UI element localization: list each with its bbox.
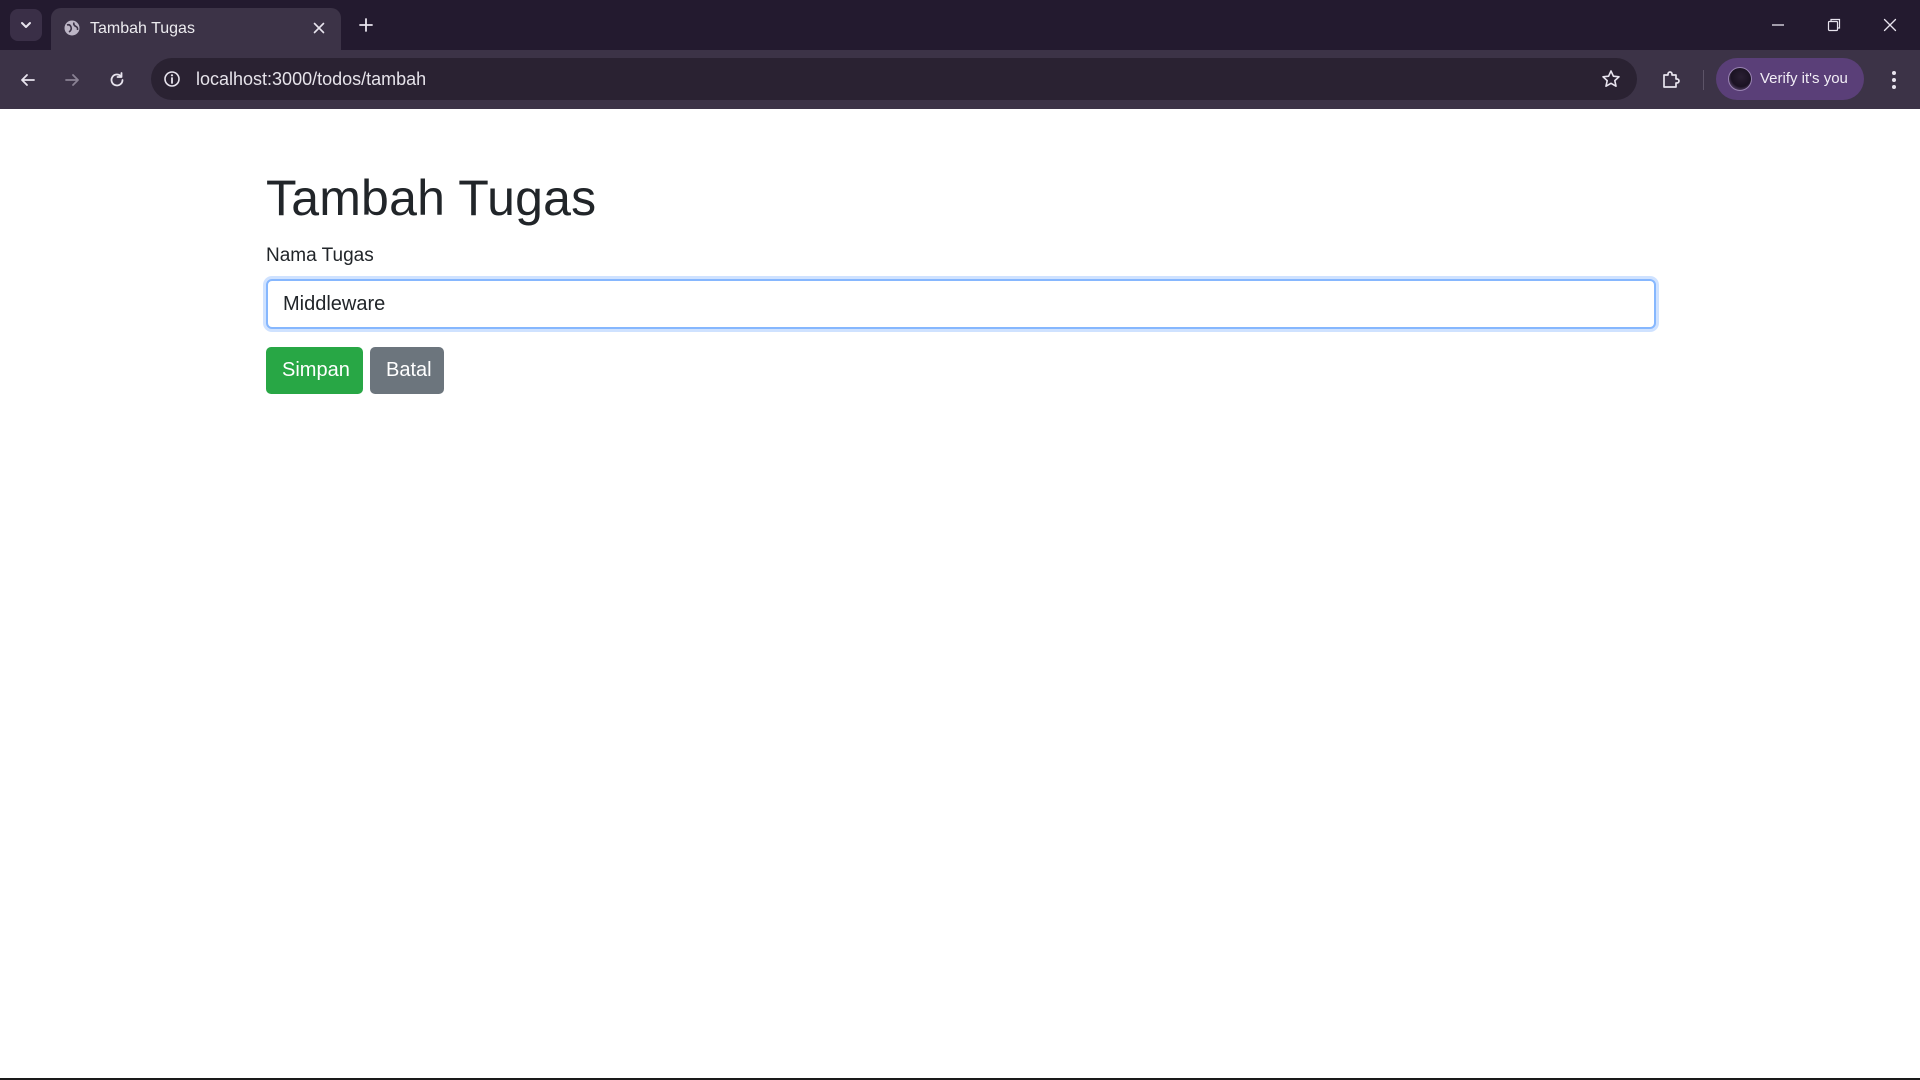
page-content: Tambah Tugas Nama Tugas Simpan Batal	[0, 109, 1920, 1078]
chevron-down-icon	[21, 22, 31, 28]
task-name-input[interactable]	[266, 279, 1656, 329]
tab-strip: Tambah Tugas	[0, 0, 1920, 50]
arrow-right-icon	[65, 74, 79, 86]
globe-icon	[64, 20, 80, 36]
browser-menu-button[interactable]	[1876, 62, 1912, 98]
address-url[interactable]: localhost:3000/todos/tambah	[196, 69, 426, 90]
toolbar-divider	[1703, 70, 1704, 90]
cancel-button[interactable]: Batal	[370, 347, 444, 394]
tab-title: Tambah Tugas	[90, 20, 195, 37]
browser-tab[interactable]: Tambah Tugas	[51, 8, 341, 50]
close-icon	[1883, 18, 1897, 32]
browser-toolbar: localhost:3000/todos/tambah Verify it's …	[0, 50, 1920, 109]
forward-button[interactable]	[54, 62, 90, 98]
address-bar[interactable]: localhost:3000/todos/tambah	[151, 58, 1637, 100]
bookmark-button[interactable]	[1599, 67, 1623, 91]
star-icon	[1602, 70, 1620, 87]
back-button[interactable]	[10, 62, 46, 98]
close-icon	[313, 22, 325, 34]
kebab-menu-icon	[1892, 71, 1896, 89]
avatar	[1728, 67, 1752, 91]
reload-icon	[110, 72, 124, 87]
restore-button[interactable]	[1806, 0, 1862, 50]
plus-icon	[359, 18, 373, 32]
site-info-button[interactable]	[161, 68, 183, 90]
close-window-button[interactable]	[1862, 0, 1918, 50]
save-button[interactable]: Simpan	[266, 347, 363, 394]
info-icon	[164, 71, 180, 87]
profile-button[interactable]: Verify it's you	[1716, 58, 1864, 100]
restore-icon	[1827, 18, 1841, 32]
extensions-button[interactable]	[1653, 62, 1689, 98]
new-tab-button[interactable]	[352, 11, 380, 39]
tab-close-button[interactable]	[309, 18, 329, 38]
task-name-label: Nama Tugas	[266, 245, 374, 266]
tab-search-button[interactable]	[10, 9, 42, 41]
page-title: Tambah Tugas	[266, 170, 597, 226]
minimize-button[interactable]	[1750, 0, 1806, 50]
puzzle-icon	[1663, 71, 1680, 88]
arrow-left-icon	[21, 74, 35, 86]
profile-label: Verify it's you	[1760, 70, 1848, 87]
minimize-icon	[1772, 24, 1784, 26]
reload-button[interactable]	[99, 62, 135, 98]
